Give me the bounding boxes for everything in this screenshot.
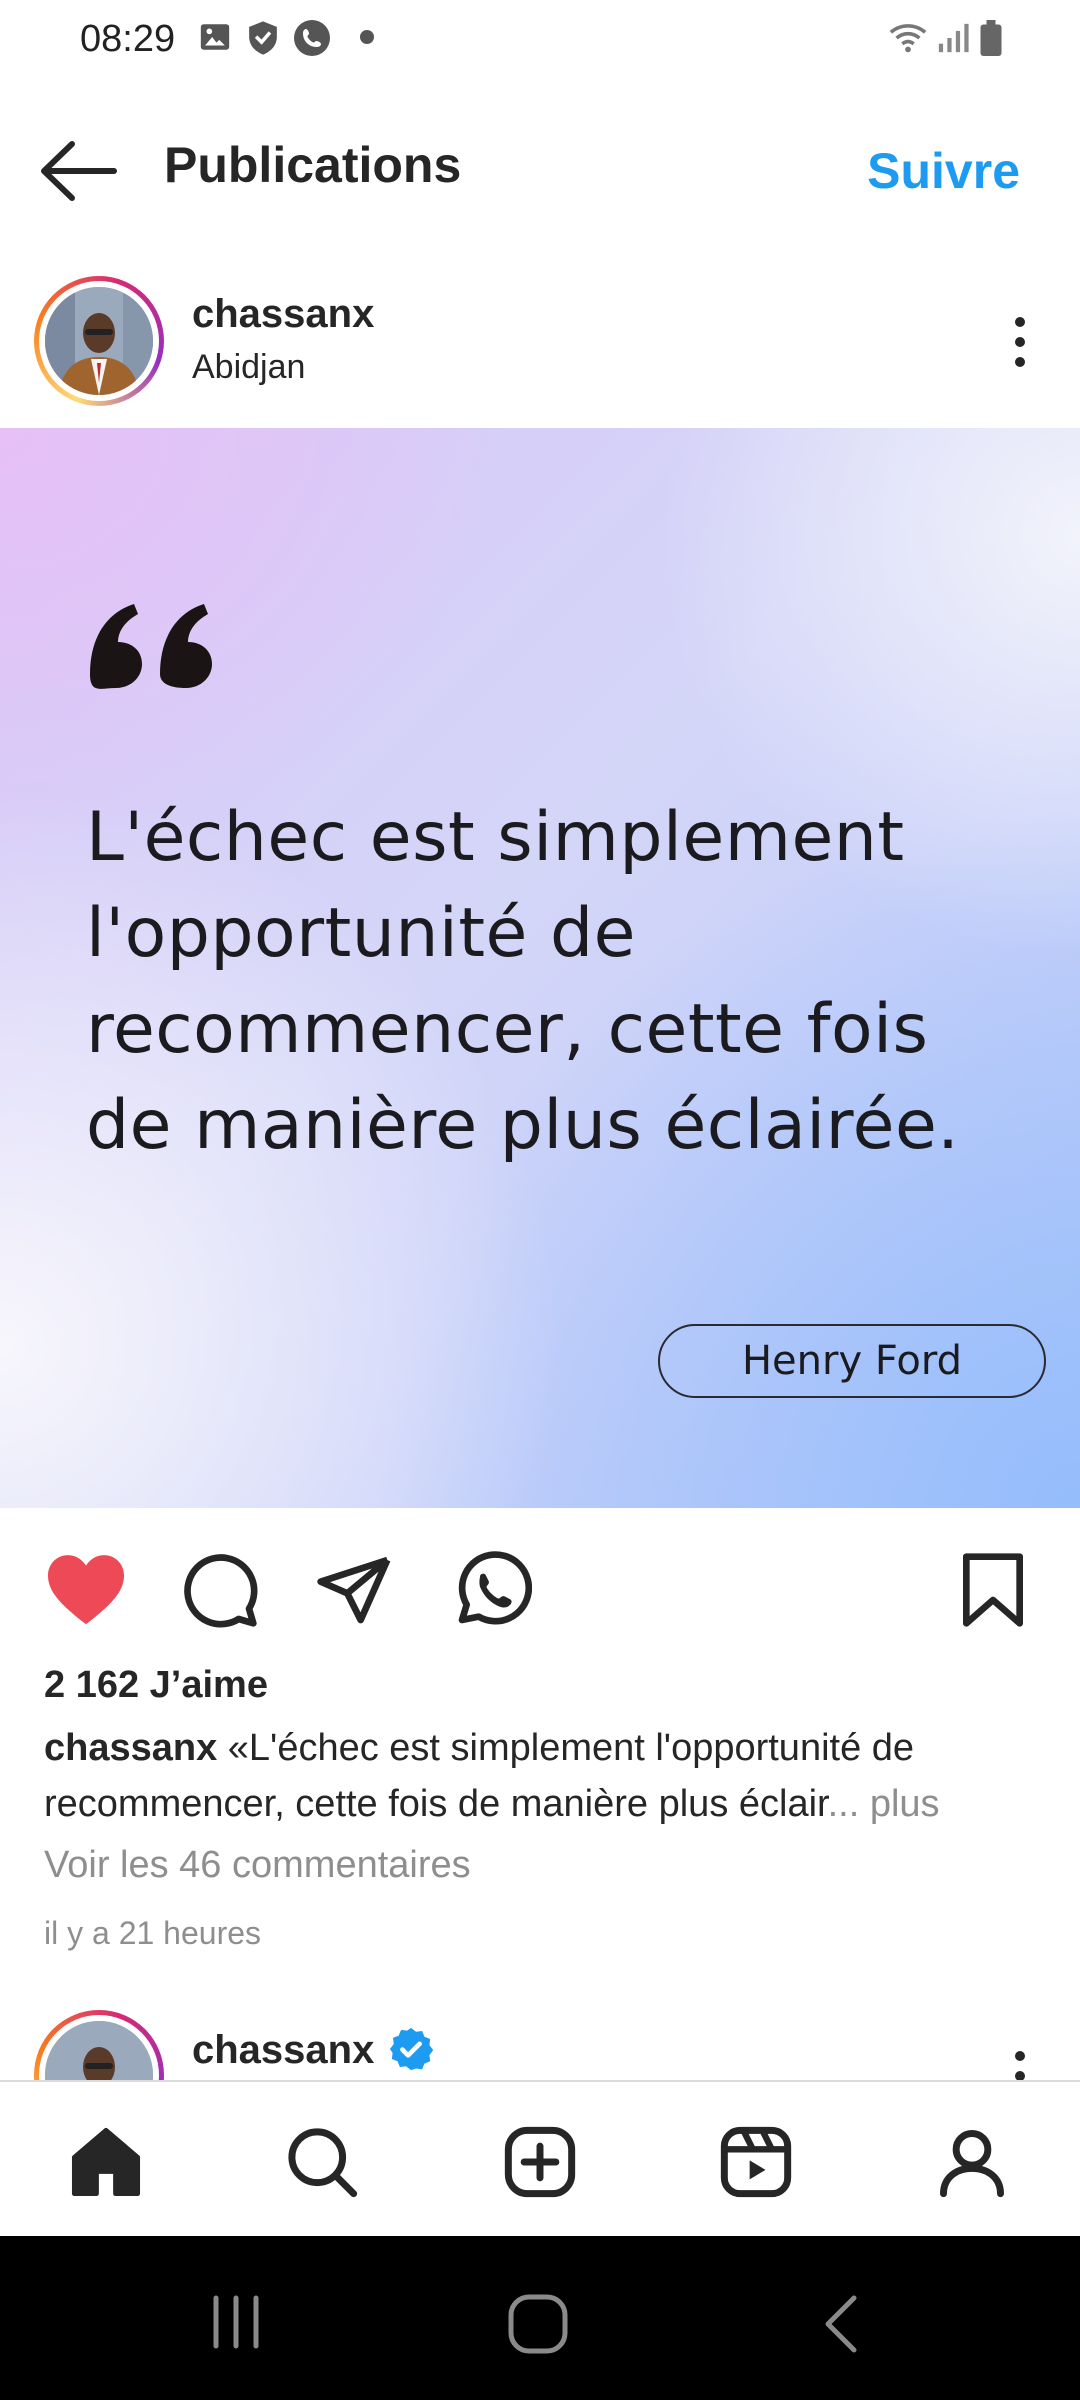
home-icon <box>71 2127 141 2197</box>
wifi-icon <box>889 24 927 53</box>
avatar[interactable] <box>34 276 164 406</box>
whatsapp-share-button[interactable] <box>452 1550 533 1635</box>
gallery-icon <box>200 24 230 50</box>
signal-icon <box>938 23 969 53</box>
nav-create[interactable] <box>502 2124 578 2200</box>
bottom-navigation <box>0 2080 1080 2236</box>
view-comments-link[interactable]: Voir les 46 commentaires <box>44 1844 471 1887</box>
like-button[interactable] <box>44 1550 128 1631</box>
home-button-icon <box>508 2294 568 2354</box>
more-vertical-icon <box>1015 317 1025 367</box>
next-post-header: chassanx <box>0 2006 1080 2080</box>
post-username[interactable]: chassanx <box>192 292 374 337</box>
next-post-username[interactable]: chassanx <box>192 2028 374 2073</box>
post-actions <box>0 1510 1080 1660</box>
likes-count[interactable]: 2 162 J’aime <box>44 1664 268 1707</box>
quote-icon <box>90 604 212 689</box>
back-icon <box>825 2295 857 2353</box>
heart-filled-icon <box>48 1555 124 1625</box>
share-button[interactable] <box>314 1550 394 1635</box>
shield-icon <box>249 21 277 55</box>
comment-icon <box>184 1554 258 1628</box>
profile-icon <box>940 2130 1004 2198</box>
page-title: Publications <box>164 137 462 193</box>
save-button[interactable] <box>958 1550 1028 1635</box>
post-image[interactable]: L'échec est simplement l'opportunité de … <box>0 428 1080 1508</box>
post-caption[interactable]: chassanx «L'échec est simplement l'oppor… <box>44 1720 1044 1832</box>
more-vertical-icon[interactable] <box>1000 2046 1040 2080</box>
status-time: 08:29 <box>80 18 176 60</box>
caption-more-link[interactable]: ... plus <box>828 1783 940 1825</box>
quote-author: Henry Ford <box>658 1324 1046 1398</box>
nav-home[interactable] <box>68 2124 144 2200</box>
nav-reels[interactable] <box>718 2124 794 2200</box>
reels-icon <box>720 2126 792 2198</box>
verified-badge-icon <box>389 2027 434 2071</box>
avatar-photo <box>45 2021 153 2080</box>
send-icon <box>317 1556 391 1624</box>
phone-icon <box>294 20 330 56</box>
recents-icon <box>213 2295 259 2349</box>
back-button[interactable] <box>36 136 126 206</box>
avatar-photo <box>45 287 153 395</box>
more-options-button[interactable] <box>1000 312 1040 372</box>
comment-button[interactable] <box>180 1550 260 1635</box>
home-button[interactable] <box>506 2292 570 2361</box>
dot-icon <box>360 30 374 44</box>
arrow-left-icon <box>41 141 117 201</box>
create-icon <box>504 2126 576 2198</box>
post-location[interactable]: Abidjan <box>192 348 305 387</box>
recents-button[interactable] <box>206 2292 266 2357</box>
follow-button[interactable]: Suivre <box>867 142 1020 200</box>
battery-icon <box>980 20 1002 56</box>
quote-text: L'échec est simplement l'opportunité de … <box>86 798 960 1165</box>
next-post-avatar[interactable] <box>34 2010 164 2080</box>
search-icon <box>288 2128 358 2198</box>
nav-search[interactable] <box>284 2124 360 2200</box>
status-bar: 08:29 <box>0 0 1080 80</box>
bookmark-icon <box>962 1553 1023 1627</box>
system-back-button[interactable] <box>816 2292 866 2361</box>
nav-profile[interactable] <box>934 2124 1010 2200</box>
app-header: Publications Suivre <box>0 110 1080 230</box>
whatsapp-icon <box>458 1551 533 1625</box>
system-navigation-bar <box>0 2236 1080 2400</box>
post-header: chassanx Abidjan <box>0 270 1080 420</box>
post-timestamp: il y a 21 heures <box>44 1915 262 1951</box>
caption-username[interactable]: chassanx <box>44 1727 217 1769</box>
